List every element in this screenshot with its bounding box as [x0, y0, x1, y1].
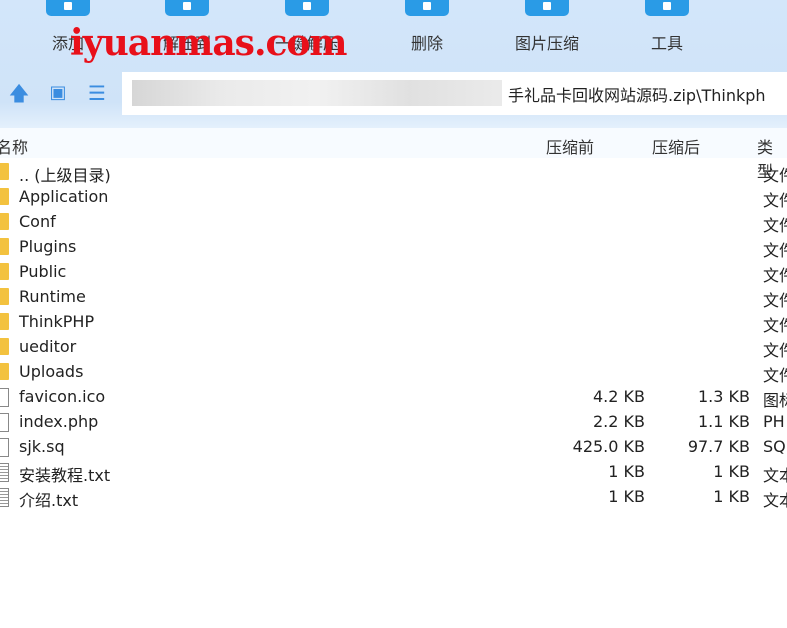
list-item[interactable]: Conf 文件 [0, 210, 787, 235]
file-name: sjk.sq [19, 437, 65, 456]
folder-icon [0, 338, 9, 355]
size-before: 1 KB [608, 462, 645, 481]
column-after[interactable]: 压缩后 [652, 134, 700, 158]
file-type: 文件 [763, 316, 787, 335]
folder-icon [0, 213, 9, 230]
file-type: 文本 [763, 466, 787, 485]
file-name: Conf [19, 212, 56, 231]
list-item[interactable]: index.php 2.2 KB 1.1 KB PH [0, 410, 787, 435]
file-name: Public [19, 262, 67, 281]
size-after: 1 KB [713, 487, 750, 506]
list-item[interactable]: 安装教程.txt 1 KB 1 KB 文本 [0, 460, 787, 485]
image-compress-icon [525, 0, 569, 16]
file-name: ThinkPHP [19, 312, 95, 331]
panel-view-icon[interactable]: ▣ [47, 82, 69, 104]
file-type: 文件 [763, 266, 787, 285]
up-arrow-icon[interactable]: 🡅 [8, 82, 30, 104]
delete-icon [405, 0, 449, 16]
size-after: 1.1 KB [698, 412, 750, 431]
folder-icon [0, 263, 9, 280]
file-icon [0, 438, 9, 457]
size-before: 2.2 KB [593, 412, 645, 431]
address-path: 手礼品卡回收网站源码.zip\Thinkph [508, 86, 766, 105]
size-before: 425.0 KB [572, 437, 645, 456]
file-type: 文件 [763, 166, 787, 185]
list-item[interactable]: ueditor 文件 [0, 335, 787, 360]
file-name: Application [19, 187, 109, 206]
file-name: Uploads [19, 362, 84, 381]
list-item[interactable]: Runtime 文件 [0, 285, 787, 310]
file-name: Runtime [19, 287, 86, 306]
add-icon [46, 0, 90, 16]
file-name: .. (上级目录) [19, 166, 111, 185]
file-type: 文件 [763, 216, 787, 235]
file-name: Plugins [19, 237, 77, 256]
file-type: SQ [763, 437, 786, 456]
folder-icon [0, 163, 9, 180]
file-type: 图标 [763, 391, 787, 410]
file-type: 文件 [763, 341, 787, 360]
file-name: index.php [19, 412, 99, 431]
column-before[interactable]: 压缩前 [546, 134, 594, 158]
file-icon [0, 463, 9, 482]
file-type: 文件 [763, 366, 787, 385]
list-item[interactable]: Plugins 文件 [0, 235, 787, 260]
toolbar-button-5[interactable]: 工具 [622, 0, 712, 54]
folder-icon [0, 288, 9, 305]
list-item[interactable]: Application 文件 [0, 185, 787, 210]
folder-icon [0, 238, 9, 255]
list-item[interactable]: ThinkPHP 文件 [0, 310, 787, 335]
file-type: PH [763, 412, 785, 431]
file-name: 安装教程.txt [19, 466, 111, 485]
file-name: 介绍.txt [19, 491, 79, 510]
file-type: 文件 [763, 191, 787, 210]
size-before: 4.2 KB [593, 387, 645, 406]
column-header: 名称 压缩前 压缩后 类型 [0, 128, 787, 181]
folder-icon [0, 363, 9, 380]
toolbar-button-label: 工具 [650, 34, 683, 53]
list-item[interactable]: .. (上级目录) 文件 [0, 160, 787, 185]
list-item[interactable]: 介绍.txt 1 KB 1 KB 文本 [0, 485, 787, 510]
blurred-path [132, 80, 502, 106]
folder-icon [0, 188, 9, 205]
list-item[interactable]: Public 文件 [0, 260, 787, 285]
folder-icon [0, 313, 9, 330]
toolbar-button-label: 图片压缩 [514, 34, 579, 53]
toolbar-button-3[interactable]: 删除 [382, 0, 472, 54]
file-type: 文本 [763, 491, 787, 510]
file-name: favicon.ico [19, 387, 106, 406]
list-view-icon[interactable]: ☰ [86, 82, 108, 104]
file-icon [0, 488, 9, 507]
toolbar: 添加 解压到 一键解压 删除 图片压缩 工具 iyuanmas.com 🡅 ▣ ☰ 手礼品… [0, 0, 787, 128]
file-name: ueditor [19, 337, 77, 356]
size-after: 1 KB [713, 462, 750, 481]
size-before: 1 KB [608, 487, 645, 506]
one-click-extract-icon [285, 0, 329, 16]
extract-icon [165, 0, 209, 16]
watermark: iyuanmas.com [70, 22, 348, 64]
file-type: 文件 [763, 241, 787, 260]
tools-icon [645, 0, 689, 16]
list-item[interactable]: sjk.sq 425.0 KB 97.7 KB SQ [0, 435, 787, 460]
file-icon [0, 413, 9, 432]
address-bar[interactable]: 手礼品卡回收网站源码.zip\Thinkph [122, 72, 787, 115]
file-icon [0, 388, 9, 407]
column-name[interactable]: 名称 [0, 134, 28, 158]
size-after: 1.3 KB [698, 387, 750, 406]
file-type: 文件 [763, 291, 787, 310]
list-item[interactable]: Uploads 文件 [0, 360, 787, 385]
size-after: 97.7 KB [687, 437, 750, 456]
list-item[interactable]: favicon.ico 4.2 KB 1.3 KB 图标 [0, 385, 787, 410]
toolbar-button-label: 删除 [410, 34, 443, 53]
toolbar-button-4[interactable]: 图片压缩 [502, 0, 592, 54]
